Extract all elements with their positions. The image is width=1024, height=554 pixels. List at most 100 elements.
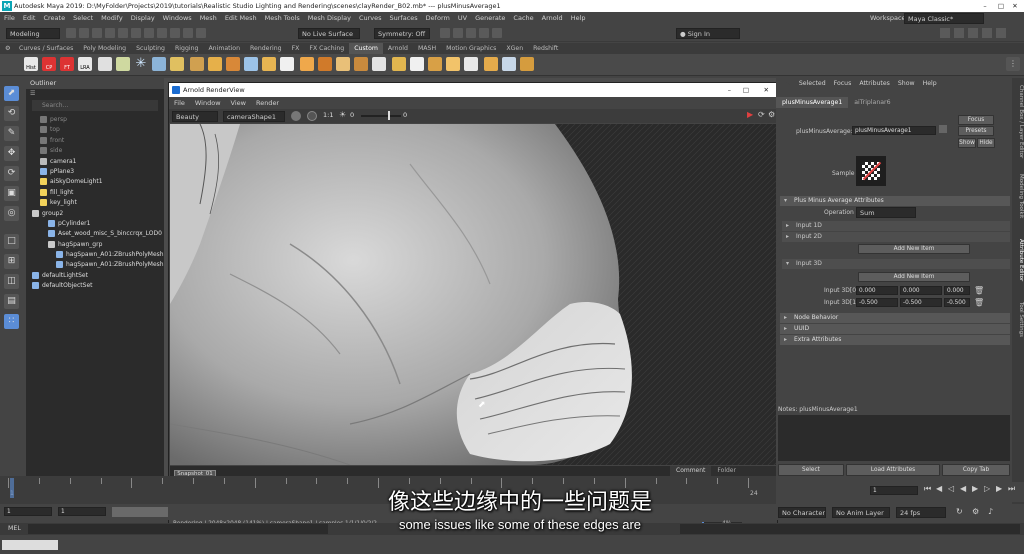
outliner-item[interactable]: key_light [26,198,164,208]
shelf-tab[interactable]: Redshift [528,43,563,54]
mel-label[interactable]: MEL [0,525,21,532]
select-by-object-icon[interactable] [144,28,154,38]
notes-textarea[interactable] [778,415,1010,461]
outliner-item[interactable]: pPlane3 [26,167,164,177]
section-extra-attributes[interactable]: Extra Attributes [780,335,1010,345]
ipr-render-icon[interactable] [453,28,463,38]
uv-editor-icon[interactable] [428,57,442,71]
menu-cache[interactable]: Cache [509,12,537,25]
select-tool-icon[interactable]: ⬈ [4,86,19,101]
shelf-tab[interactable]: Rendering [245,43,287,54]
renderview-close-icon[interactable]: ✕ [764,83,769,97]
extrude-icon[interactable] [354,57,368,71]
current-time-field[interactable]: 1 [870,486,918,495]
render-settings-icon[interactable] [466,28,476,38]
menu-file[interactable]: File [0,12,19,25]
shelf-tab[interactable]: Poly Modeling [78,43,131,54]
focus-button[interactable]: Focus [958,115,994,125]
outliner-item[interactable]: hagSpawn_grp [26,240,164,250]
menu-windows[interactable]: Windows [159,12,196,25]
target-weld-icon[interactable] [410,57,424,71]
shelf-settings-icon[interactable]: ⚙ [0,43,14,54]
bevel-icon[interactable] [318,57,332,71]
menu-arnold[interactable]: Arnold [538,12,567,25]
ae-menu-selected[interactable]: Selected [795,78,830,89]
add-new-item-button-3d[interactable]: Add New Item [858,272,970,282]
camera-dropdown[interactable]: cameraShape1 [223,111,285,122]
snap-curve-icon[interactable] [183,28,193,38]
anim-prefs-icon[interactable]: ⚙ [972,507,979,516]
bridge-icon[interactable] [336,57,350,71]
menu-select[interactable]: Select [69,12,97,25]
hide-button[interactable]: Hide [977,138,995,148]
soft-select-icon[interactable] [502,57,516,71]
star-light-icon[interactable]: ✳ [134,57,148,71]
prev-key-icon[interactable]: ◁ [948,484,954,493]
exposure-slider-handle[interactable] [388,111,390,120]
range-playback-start-field[interactable]: 1 [58,507,106,516]
operation-dropdown[interactable]: Sum [856,207,916,218]
shelf-more-icon[interactable]: ⋮ [1006,57,1020,71]
input3d-0-y[interactable]: 0.000 [900,286,942,295]
combine-icon[interactable] [226,57,240,71]
layout-single-icon[interactable]: □ [4,234,19,249]
menu-mesh[interactable]: Mesh [196,12,221,25]
section-input-1d[interactable]: Input 1D [782,221,1010,231]
add-new-item-button[interactable]: Add New Item [858,244,970,254]
shelf-tab[interactable]: Animation [203,43,245,54]
outliner-item[interactable]: persp [26,115,164,125]
input3d-1-delete-icon[interactable]: 🗑 [974,298,984,307]
outliner-item[interactable]: front [26,136,164,146]
outliner-item[interactable]: Aset_wood_misc_S_binccrqx_LOD0 [26,229,164,239]
save-scene-icon[interactable] [92,28,102,38]
ae-tab-plusminusaverage[interactable]: plusMinusAverage1 [776,97,849,108]
smooth-icon[interactable] [280,57,294,71]
node-link-icon[interactable] [939,125,947,133]
menu-help[interactable]: Help [567,12,590,25]
tab-attribute-editor[interactable]: Attribute Editor [1012,230,1024,290]
load-attributes-button[interactable]: Load Attributes [846,464,940,476]
shelf-tab[interactable]: Arnold [383,43,413,54]
object-icon[interactable] [170,57,184,71]
ipr-refresh-icon[interactable]: ⟳ [758,110,765,119]
layout-four-icon[interactable]: ⊞ [4,254,19,269]
toggle-attribute-editor-icon[interactable] [940,28,950,38]
menu-generate[interactable]: Generate [471,12,509,25]
quad-draw-icon[interactable] [446,57,460,71]
move-tool-icon[interactable]: ✥ [4,146,19,161]
history-icon[interactable]: Hist [24,57,38,71]
paint-select-tool-icon[interactable]: ✎ [4,126,19,141]
tab-tool-settings[interactable]: Tool Settings [1012,294,1024,344]
step-forward-icon[interactable]: ▶ [996,484,1002,493]
shelf-tab[interactable]: FX [287,43,305,54]
input3d-0-x[interactable]: 0.000 [856,286,898,295]
renderview-settings-icon[interactable]: ⚙ [768,110,775,119]
go-to-start-icon[interactable]: ⏮ [924,484,931,494]
arnold-render-view-icon[interactable] [492,28,502,38]
outliner-item[interactable]: top [26,125,164,135]
menu-curves[interactable]: Curves [355,12,386,25]
shelf-tab[interactable]: FX Caching [304,43,349,54]
redo-icon[interactable] [118,28,128,38]
exposure-icon[interactable]: ☀ [339,110,346,119]
rv-menu-view[interactable]: View [226,97,251,109]
ae-tab-aitriplanar[interactable]: aiTriplanar6 [848,97,896,108]
tab-folder[interactable]: Folder [711,466,742,476]
presets-button[interactable]: Presets [958,126,994,136]
rotate-tool-icon[interactable]: ⟳ [4,166,19,181]
symmetry-dropdown[interactable]: Symmetry: Off [374,28,430,39]
tab-channel-box[interactable]: Channel Box / Layer Editor [1012,82,1024,162]
outliner-item[interactable]: group2 [26,209,164,219]
minimize-icon[interactable]: – [978,0,992,12]
play-backward-icon[interactable]: ◀ [960,484,966,493]
shelf-tab[interactable]: Sculpting [131,43,170,54]
close-icon[interactable]: ✕ [1008,0,1022,12]
next-key-icon[interactable]: ▷ [984,484,990,493]
current-time-marker[interactable] [10,478,14,498]
shelf-tab[interactable]: Motion Graphics [441,43,501,54]
fps-dropdown[interactable]: 24 fps [896,507,946,518]
menu-modify[interactable]: Modify [97,12,127,25]
live-surface-dropdown[interactable]: No Live Surface [298,28,360,39]
snap-grid-icon[interactable] [170,28,180,38]
select-by-hierarchy-icon[interactable] [131,28,141,38]
